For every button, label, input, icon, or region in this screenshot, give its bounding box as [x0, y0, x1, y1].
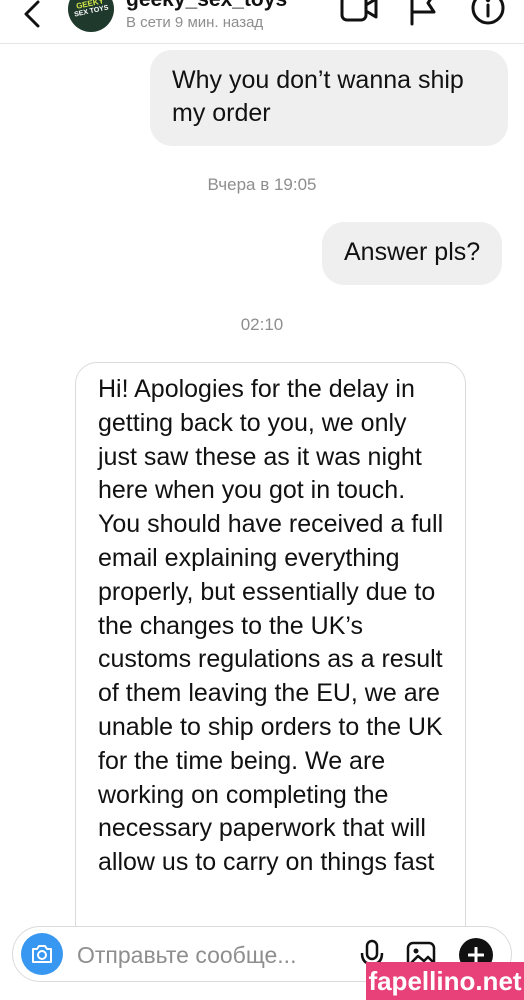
- message-timestamp: 02:10: [240, 315, 284, 334]
- message-outgoing[interactable]: Answer pls?: [322, 222, 503, 285]
- avatar[interactable]: GEEKY SEX TOYS: [68, 0, 114, 32]
- watermark: fapellino.net: [366, 962, 524, 1000]
- back-arrow-icon[interactable]: [18, 0, 48, 34]
- online-status: В сети 9 мин. назад: [126, 14, 264, 31]
- message-incoming[interactable]: Hi! Apologies for the delay in getting b…: [75, 362, 466, 982]
- video-call-icon[interactable]: [340, 0, 378, 26]
- message-timestamp: Вчера в 19:05: [207, 175, 317, 194]
- info-icon[interactable]: [470, 0, 506, 26]
- message-input[interactable]: [77, 939, 347, 971]
- flag-icon[interactable]: [408, 0, 438, 26]
- username[interactable]: geeky_sex_toys: [126, 0, 287, 12]
- chat-header: GEEKY SEX TOYS geeky_sex_toys В сети 9 м…: [0, 0, 524, 44]
- camera-icon: [32, 945, 52, 963]
- plus-icon: [468, 947, 484, 963]
- message-outgoing[interactable]: Why you don’t wanna ship my order: [150, 50, 508, 146]
- camera-button[interactable]: [21, 933, 63, 975]
